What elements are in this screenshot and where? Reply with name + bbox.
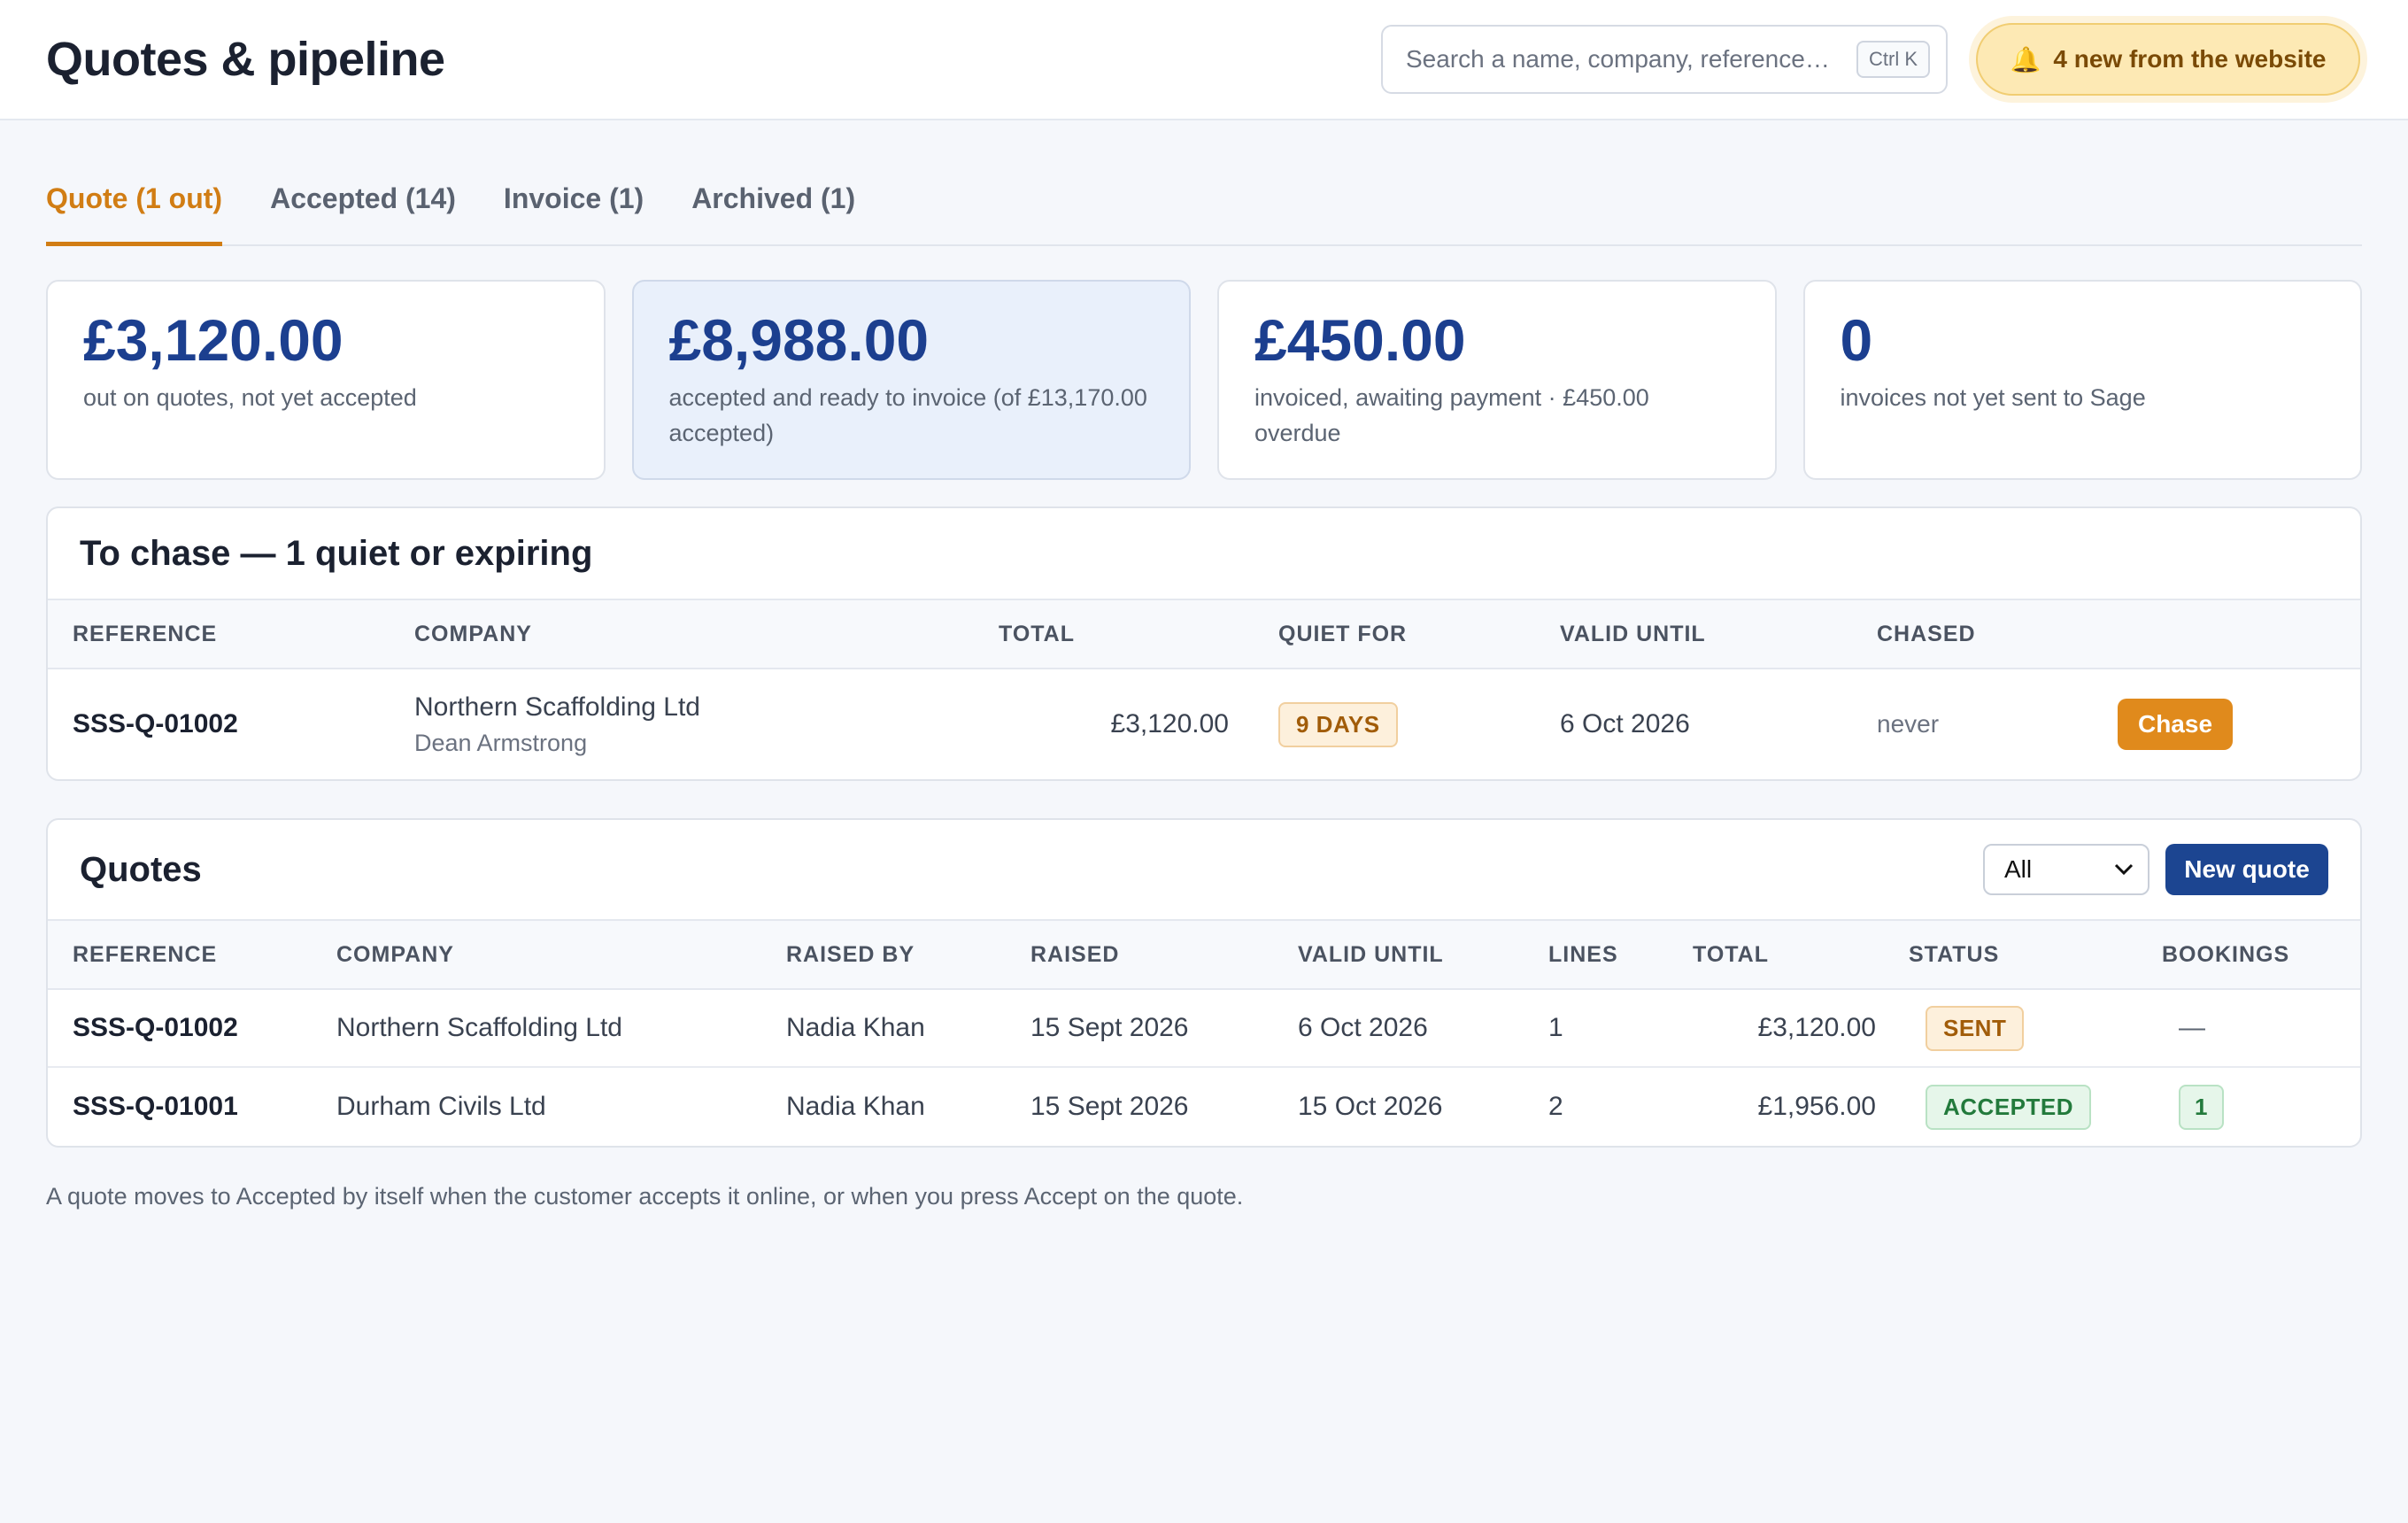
tab-accepted[interactable]: Accepted (14) bbox=[270, 181, 456, 246]
status-filter-select[interactable]: All bbox=[1983, 844, 2149, 895]
column-header: TOTAL bbox=[1693, 941, 1770, 967]
stat-card-awaiting-payment: £450.00 invoiced, awaiting payment · £45… bbox=[1217, 280, 1777, 480]
quotes-table-header: REFERENCE COMPANY RAISED BY RAISED VALID… bbox=[48, 921, 2360, 990]
page-title: Quotes & pipeline bbox=[46, 33, 445, 86]
table-row[interactable]: SSS-Q-01002 Northern Scaffolding Ltd Dea… bbox=[48, 669, 2360, 779]
column-header: BOOKINGS bbox=[2162, 941, 2290, 967]
tab-quote[interactable]: Quote (1 out) bbox=[46, 181, 223, 246]
tab-invoice[interactable]: Invoice (1) bbox=[504, 181, 644, 246]
pipeline-tabs: Quote (1 out) Accepted (14) Invoice (1) … bbox=[46, 181, 2362, 246]
table-row[interactable]: SSS-Q-01002 Northern Scaffolding Ltd Nad… bbox=[48, 990, 2360, 1068]
company-name: Northern Scaffolding Ltd bbox=[414, 692, 700, 722]
total-cell: £3,120.00 bbox=[1110, 709, 1229, 738]
column-header: COMPANY bbox=[336, 941, 454, 967]
lines-cell: 1 bbox=[1548, 1013, 1563, 1042]
quotes-card-title: Quotes bbox=[80, 849, 202, 889]
valid-until-cell: 6 Oct 2026 bbox=[1298, 1013, 1428, 1042]
raised-by-cell: Nadia Khan bbox=[786, 1092, 925, 1121]
website-notification-button[interactable]: 🔔 4 new from the website bbox=[1976, 23, 2360, 96]
status-badge: SENT bbox=[1926, 1005, 2025, 1051]
summary-stats: £3,120.00 out on quotes, not yet accepte… bbox=[46, 280, 2362, 480]
stat-value: £450.00 bbox=[1254, 307, 1466, 373]
tab-archived[interactable]: Archived (1) bbox=[691, 181, 855, 246]
column-header: REFERENCE bbox=[73, 941, 218, 967]
stat-value: £3,120.00 bbox=[83, 307, 343, 373]
stat-label: invoices not yet sent to Sage bbox=[1840, 383, 2146, 411]
chased-cell: never bbox=[1877, 710, 1940, 738]
quiet-for-cell: 9 DAYS bbox=[1278, 701, 1560, 747]
column-header: COMPANY bbox=[414, 621, 532, 646]
column-header: RAISED bbox=[1030, 941, 1120, 967]
stat-card-not-sent-to-sage: 0 invoices not yet sent to Sage bbox=[1802, 280, 2362, 480]
company-cell: Northern Scaffolding Ltd Dean Armstrong bbox=[414, 692, 999, 757]
chase-button[interactable]: Chase bbox=[2118, 699, 2233, 750]
lines-cell: 2 bbox=[1548, 1092, 1563, 1121]
bookings-cell: 1 bbox=[2179, 1084, 2224, 1130]
valid-until-cell: 6 Oct 2026 bbox=[1560, 709, 1690, 738]
quotes-toolbar: All New quote bbox=[1983, 844, 2328, 895]
column-header: VALID UNTIL bbox=[1298, 941, 1444, 967]
total-cell: £3,120.00 bbox=[1757, 1013, 1876, 1042]
raised-cell: 15 Sept 2026 bbox=[1030, 1092, 1189, 1121]
stat-value: 0 bbox=[1840, 307, 1873, 373]
search-input[interactable] bbox=[1406, 45, 1856, 73]
status-filter-value: All bbox=[2004, 855, 2033, 883]
contact-name: Dean Armstrong bbox=[414, 729, 588, 756]
valid-until-cell: 15 Oct 2026 bbox=[1298, 1092, 1443, 1121]
status-cell: ACCEPTED bbox=[1926, 1084, 2179, 1130]
status-badge: ACCEPTED bbox=[1926, 1084, 2092, 1130]
raised-by-cell: Nadia Khan bbox=[786, 1013, 925, 1042]
table-row[interactable]: SSS-Q-01001 Durham Civils Ltd Nadia Khan… bbox=[48, 1068, 2360, 1146]
stat-label: out on quotes, not yet accepted bbox=[83, 383, 417, 411]
company-cell: Durham Civils Ltd bbox=[336, 1092, 546, 1121]
notification-label: 4 new from the website bbox=[2053, 45, 2327, 73]
column-header: REFERENCE bbox=[73, 621, 218, 646]
top-bar: Quotes & pipeline Ctrl K 🔔 4 new from th… bbox=[0, 0, 2408, 120]
reference-cell: SSS-Q-01001 bbox=[73, 1092, 238, 1121]
stat-label: invoiced, awaiting payment · £450.00 ove… bbox=[1254, 383, 1649, 446]
chase-card-header: To chase — 1 quiet or expiring bbox=[48, 508, 2360, 600]
chase-card-title: To chase — 1 quiet or expiring bbox=[80, 533, 593, 573]
column-header: CHASED bbox=[1877, 621, 1976, 646]
search-box[interactable]: Ctrl K bbox=[1381, 25, 1948, 94]
status-cell: SENT bbox=[1926, 1005, 2179, 1051]
raised-cell: 15 Sept 2026 bbox=[1030, 1013, 1189, 1042]
bookings-badge[interactable]: 1 bbox=[2179, 1084, 2224, 1130]
column-header: TOTAL bbox=[999, 621, 1076, 646]
chevron-down-icon bbox=[2114, 863, 2134, 876]
new-quote-button[interactable]: New quote bbox=[2165, 844, 2328, 895]
quotes-card: Quotes All New quote REFERENCE COMPANY R… bbox=[46, 818, 2362, 1148]
stat-value: £8,988.00 bbox=[668, 307, 930, 373]
bookings-cell: — bbox=[2179, 1013, 2205, 1042]
reference-cell: SSS-Q-01002 bbox=[73, 1013, 238, 1042]
stat-card-quotes-out: £3,120.00 out on quotes, not yet accepte… bbox=[46, 280, 606, 480]
column-header: RAISED BY bbox=[786, 941, 915, 967]
stat-card-ready-to-invoice: £8,988.00 accepted and ready to invoice … bbox=[631, 280, 1191, 480]
total-cell: £1,956.00 bbox=[1757, 1092, 1876, 1121]
bell-icon: 🔔 bbox=[2010, 45, 2041, 73]
stat-label: accepted and ready to invoice (of £13,17… bbox=[668, 383, 1147, 446]
reference-cell: SSS-Q-01002 bbox=[73, 709, 238, 738]
company-cell: Northern Scaffolding Ltd bbox=[336, 1013, 622, 1042]
search-shortcut-hint: Ctrl K bbox=[1856, 41, 1930, 78]
chase-card: To chase — 1 quiet or expiring REFERENCE… bbox=[46, 506, 2362, 781]
quiet-for-badge: 9 DAYS bbox=[1278, 701, 1398, 747]
column-header: STATUS bbox=[1909, 941, 2000, 967]
chase-table-header: REFERENCE COMPANY TOTAL QUIET FOR VALID … bbox=[48, 600, 2360, 669]
footnote: A quote moves to Accepted by itself when… bbox=[46, 1183, 1244, 1210]
quotes-card-header: Quotes All New quote bbox=[48, 820, 2360, 921]
column-header: VALID UNTIL bbox=[1560, 621, 1706, 646]
column-header: QUIET FOR bbox=[1278, 621, 1408, 646]
column-header: LINES bbox=[1548, 941, 1618, 967]
